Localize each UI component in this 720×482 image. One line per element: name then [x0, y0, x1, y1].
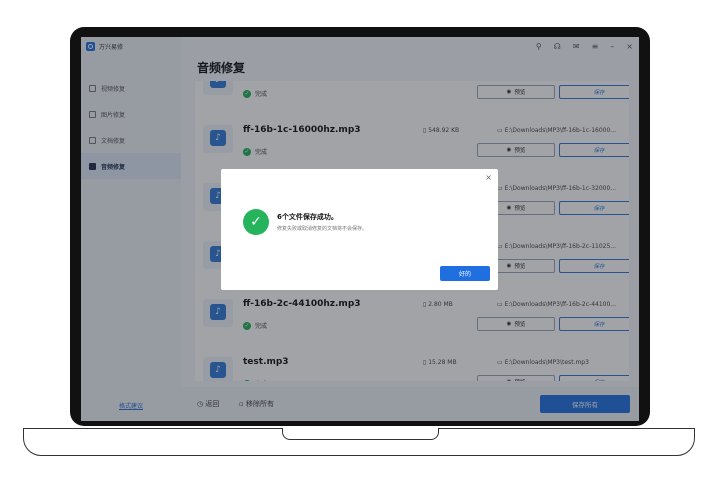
laptop-notch [282, 428, 439, 440]
close-icon[interactable]: × [485, 173, 492, 182]
success-dialog: × ✓ 6个文件保存成功。 修复失败或取消修复的文档将不会保存。 好的 [221, 169, 498, 290]
ok-button[interactable]: 好的 [440, 266, 490, 281]
dialog-title: 6个文件保存成功。 [277, 213, 338, 221]
app-window: 万兴易修 视频修复 图片修复 文档修复 音频修复 格式建议 ⚲ ☊ ✉ ≡ – … [81, 37, 639, 421]
success-check-icon: ✓ [243, 209, 269, 235]
dialog-subtitle: 修复失败或取消修复的文档将不会保存。 [277, 226, 368, 232]
